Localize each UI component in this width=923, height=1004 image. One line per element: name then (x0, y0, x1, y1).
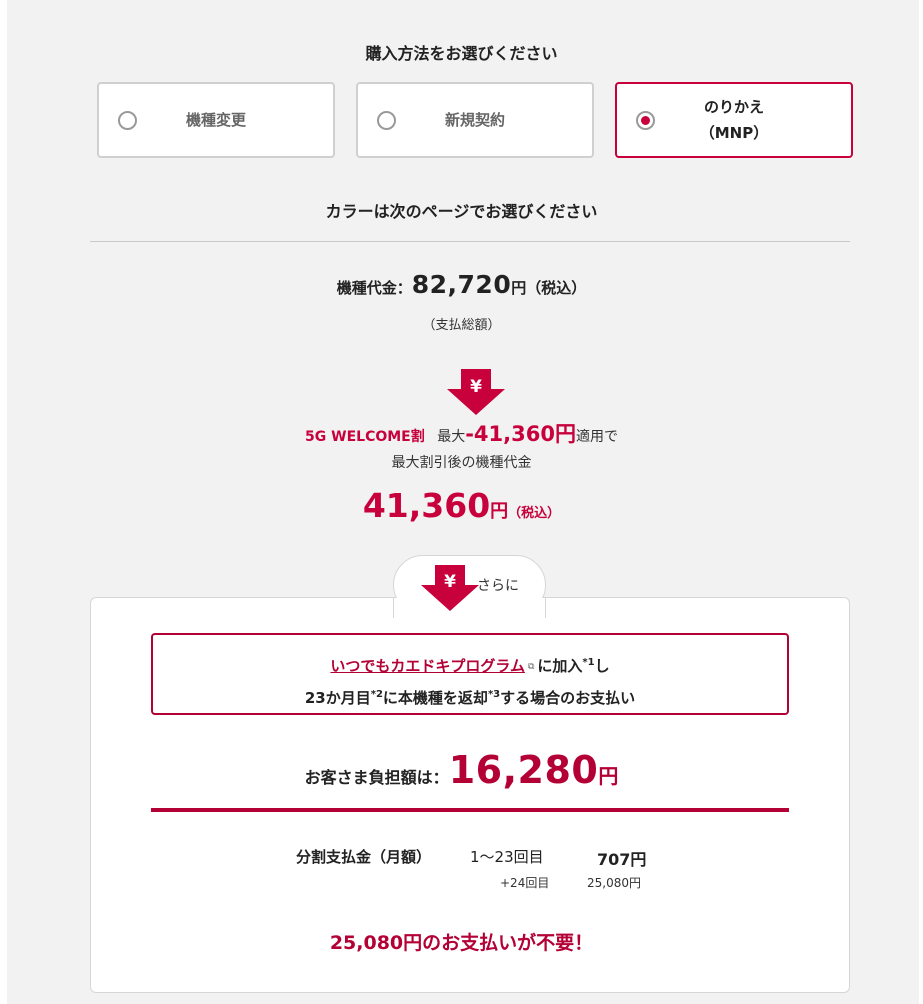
svg-text:¥: ¥ (470, 377, 482, 397)
final-installment-amount: 25,080円 (587, 876, 641, 890)
device-price-label: 機種代金： (336, 279, 412, 297)
program-text: 23か月目 (304, 688, 371, 707)
external-link-icon: ⧉ (527, 661, 535, 672)
device-price: 機種代金：82,720円（税込） (0, 270, 923, 299)
option-mnp[interactable]: のりかえ （MNP） (615, 82, 853, 158)
program-conditions-box: いつでもカエドキプログラム ⧉ に加入*1し 23か月目*2に本機種を返却*3する場… (151, 633, 789, 715)
program-join-text: に加入 (537, 657, 583, 675)
discount-subtext: 最大割引後の機種代金 (391, 455, 532, 471)
color-note: カラーは次のページでお選びください (325, 202, 598, 221)
installment-amount: 707円 (597, 850, 647, 869)
yen-unit: 円 (598, 764, 619, 788)
divider (90, 241, 850, 242)
no-payment-message: 25,080円のお支払いが不要！ (329, 932, 594, 954)
option-label-text: のりかえ (703, 98, 764, 116)
tax-included-label: （税込） (508, 506, 561, 521)
customer-burden-amount: 16,280 (448, 748, 599, 792)
purchase-method-heading: 購入方法をお選びください (365, 44, 558, 63)
option-new-contract[interactable]: 新規契約 (356, 82, 594, 158)
radio-button[interactable] (377, 111, 396, 130)
program-join-tail: し (594, 657, 610, 675)
footnote-ref: *1 (582, 657, 595, 668)
discount-amount: -41,360円 (465, 422, 576, 446)
furthermore-label: さらに (477, 578, 519, 594)
program-line-1: いつでもカエドキプログラム ⧉ に加入*1し (153, 649, 787, 681)
total-payment-note: （支払総額） (422, 318, 501, 333)
option-label-text: 機種変更 (185, 111, 246, 129)
option-label-text: 新規契約 (444, 111, 505, 129)
discount-line: 5G WELCOME割 最大-41,360円適用で (0, 418, 923, 448)
discount-suffix: 適用で (575, 429, 618, 445)
option-label: のりかえ （MNP） (657, 84, 811, 156)
option-label-subtext: （MNP） (699, 124, 769, 142)
option-label: 新規契約 (398, 84, 552, 156)
customer-burden: お客さま負担額は：16,280円 (0, 748, 923, 792)
yen-down-arrow-icon: ¥ (447, 369, 505, 415)
radio-button[interactable] (118, 111, 137, 130)
footnote-ref: *3 (487, 688, 501, 700)
discounted-price: 41,360円（税込） (0, 486, 923, 525)
program-text: に本機種を返却 (382, 688, 488, 707)
tax-included-label: （税込） (526, 279, 587, 297)
max-label: 最大 (437, 429, 466, 445)
discounted-price-amount: 41,360 (362, 486, 491, 525)
installment-label: 分割支払金（月額） (296, 848, 432, 866)
program-line-2: 23か月目*2に本機種を返却*3する場合のお支払い (153, 681, 787, 712)
yen-unit: 円 (490, 501, 509, 522)
installment-range: 1〜23回目 (470, 848, 544, 866)
device-price-amount: 82,720 (411, 270, 512, 299)
customer-burden-label: お客さま負担額は： (304, 768, 449, 787)
svg-text:¥: ¥ (444, 572, 456, 592)
option-label: 機種変更 (139, 84, 293, 156)
yen-unit: 円 (511, 279, 527, 297)
option-model-change[interactable]: 機種変更 (97, 82, 335, 158)
program-text: する場合のお支払い (500, 688, 636, 707)
final-installment-range: +24回目 (500, 876, 550, 890)
burden-underline (151, 808, 789, 812)
radio-button-selected[interactable] (636, 111, 655, 130)
program-link[interactable]: いつでもカエドキプログラム (330, 657, 525, 675)
campaign-name: 5G WELCOME割 (305, 429, 425, 445)
footnote-ref: *2 (370, 688, 383, 700)
yen-down-arrow-icon: ¥ (421, 565, 479, 611)
